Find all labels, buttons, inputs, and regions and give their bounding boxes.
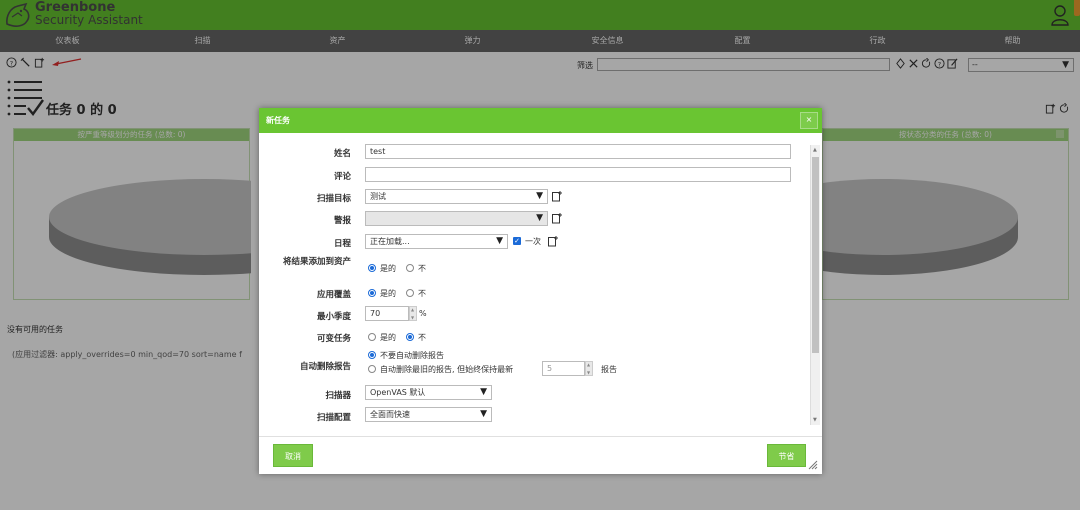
- alterable-yes-radio[interactable]: [368, 333, 376, 341]
- save-button[interactable]: 节省: [767, 444, 806, 467]
- apply-overrides-yes-label: 是的: [380, 289, 396, 298]
- new-target-icon[interactable]: [551, 190, 563, 202]
- scanner-value: OpenVAS 默认: [370, 388, 426, 397]
- new-alert-icon[interactable]: [551, 212, 563, 224]
- scan-target-select[interactable]: 测试 ▼: [365, 189, 548, 204]
- resize-handle-icon[interactable]: [806, 458, 818, 470]
- scroll-up-icon[interactable]: ▲: [813, 147, 817, 153]
- close-button[interactable]: ×: [800, 112, 818, 129]
- auto-delete-keep-label: 自动删除最旧的报告, 但始终保持最新: [380, 365, 514, 374]
- scan-target-value: 测试: [370, 192, 386, 201]
- chevron-down-icon: ▼: [496, 236, 503, 246]
- auto-delete-count-stepper[interactable]: [585, 361, 593, 376]
- alterable-yes-label: 是的: [380, 333, 396, 342]
- min-qod-unit: %: [419, 309, 427, 318]
- dialog-title: 新任务: [266, 116, 290, 125]
- auto-delete-reports-label: 报告: [601, 365, 617, 374]
- scan-config-label: 扫描配置: [316, 413, 351, 423]
- alterable-no-radio[interactable]: [406, 333, 414, 341]
- comment-label: 评论: [333, 172, 351, 182]
- dialog-body: 姓名 test 评论 扫描目标 测试 ▼ 警报 ▼ 日程 正在加载... ▼ ✓…: [259, 138, 822, 435]
- name-label: 姓名: [333, 149, 351, 159]
- auto-delete-no-radio[interactable]: [368, 351, 376, 359]
- scan-config-select[interactable]: 全面而快速 ▼: [365, 407, 492, 422]
- alterable-no-label: 不: [418, 333, 426, 342]
- chevron-down-icon: ▼: [480, 387, 487, 397]
- min-qod-stepper[interactable]: [409, 306, 417, 321]
- apply-overrides-yes-radio[interactable]: [368, 289, 376, 297]
- add-assets-yes-radio[interactable]: [368, 264, 376, 272]
- dialog-footer: 取消 节省: [259, 436, 822, 474]
- schedule-select[interactable]: 正在加载... ▼: [365, 234, 508, 249]
- apply-overrides-no-label: 不: [418, 289, 426, 298]
- apply-overrides-no-radio[interactable]: [406, 289, 414, 297]
- scan-config-value: 全面而快速: [370, 410, 410, 419]
- chevron-down-icon: ▼: [480, 409, 487, 419]
- scanner-select[interactable]: OpenVAS 默认 ▼: [365, 385, 492, 400]
- schedule-value: 正在加载...: [370, 237, 410, 246]
- schedule-once-checkbox[interactable]: ✓: [513, 237, 521, 245]
- scrollbar-thumb[interactable]: [812, 157, 819, 353]
- auto-delete-keep-radio[interactable]: [368, 365, 376, 373]
- auto-delete-no-label: 不要自动删除报告: [380, 351, 444, 360]
- chevron-down-icon: ▼: [536, 213, 543, 223]
- scroll-down-icon[interactable]: ▼: [813, 417, 817, 423]
- dialog-scrollbar[interactable]: ▲ ▼: [810, 145, 820, 425]
- schedule-label: 日程: [333, 239, 351, 249]
- min-qod-label: 最小季度: [316, 312, 351, 322]
- cancel-button[interactable]: 取消: [273, 444, 313, 467]
- alert-label: 警报: [333, 216, 351, 226]
- name-input[interactable]: test: [365, 144, 791, 159]
- scan-target-label: 扫描目标: [316, 194, 351, 204]
- add-assets-yes-label: 是的: [380, 264, 396, 273]
- dialog-header[interactable]: 新任务 ×: [259, 108, 822, 133]
- scanner-label: 扫描器: [325, 391, 351, 401]
- alert-select[interactable]: ▼: [365, 211, 548, 226]
- alterable-label: 可变任务: [316, 334, 351, 344]
- add-assets-no-radio[interactable]: [406, 264, 414, 272]
- comment-input[interactable]: [365, 167, 791, 182]
- auto-delete-count-input[interactable]: 5: [542, 361, 585, 376]
- min-qod-input[interactable]: 70: [365, 306, 409, 321]
- apply-overrides-label: 应用覆盖: [316, 290, 351, 300]
- new-schedule-icon[interactable]: [547, 235, 559, 247]
- add-assets-label: 将结果添加到资产: [282, 257, 351, 267]
- chevron-down-icon: ▼: [536, 191, 543, 201]
- add-assets-no-label: 不: [418, 264, 426, 273]
- new-task-dialog: 新任务 × 姓名 test 评论 扫描目标 测试 ▼ 警报 ▼ 日程 正在加载.…: [259, 108, 822, 474]
- schedule-once-label: 一次: [525, 237, 541, 246]
- auto-delete-label: 自动删除报告: [299, 362, 351, 372]
